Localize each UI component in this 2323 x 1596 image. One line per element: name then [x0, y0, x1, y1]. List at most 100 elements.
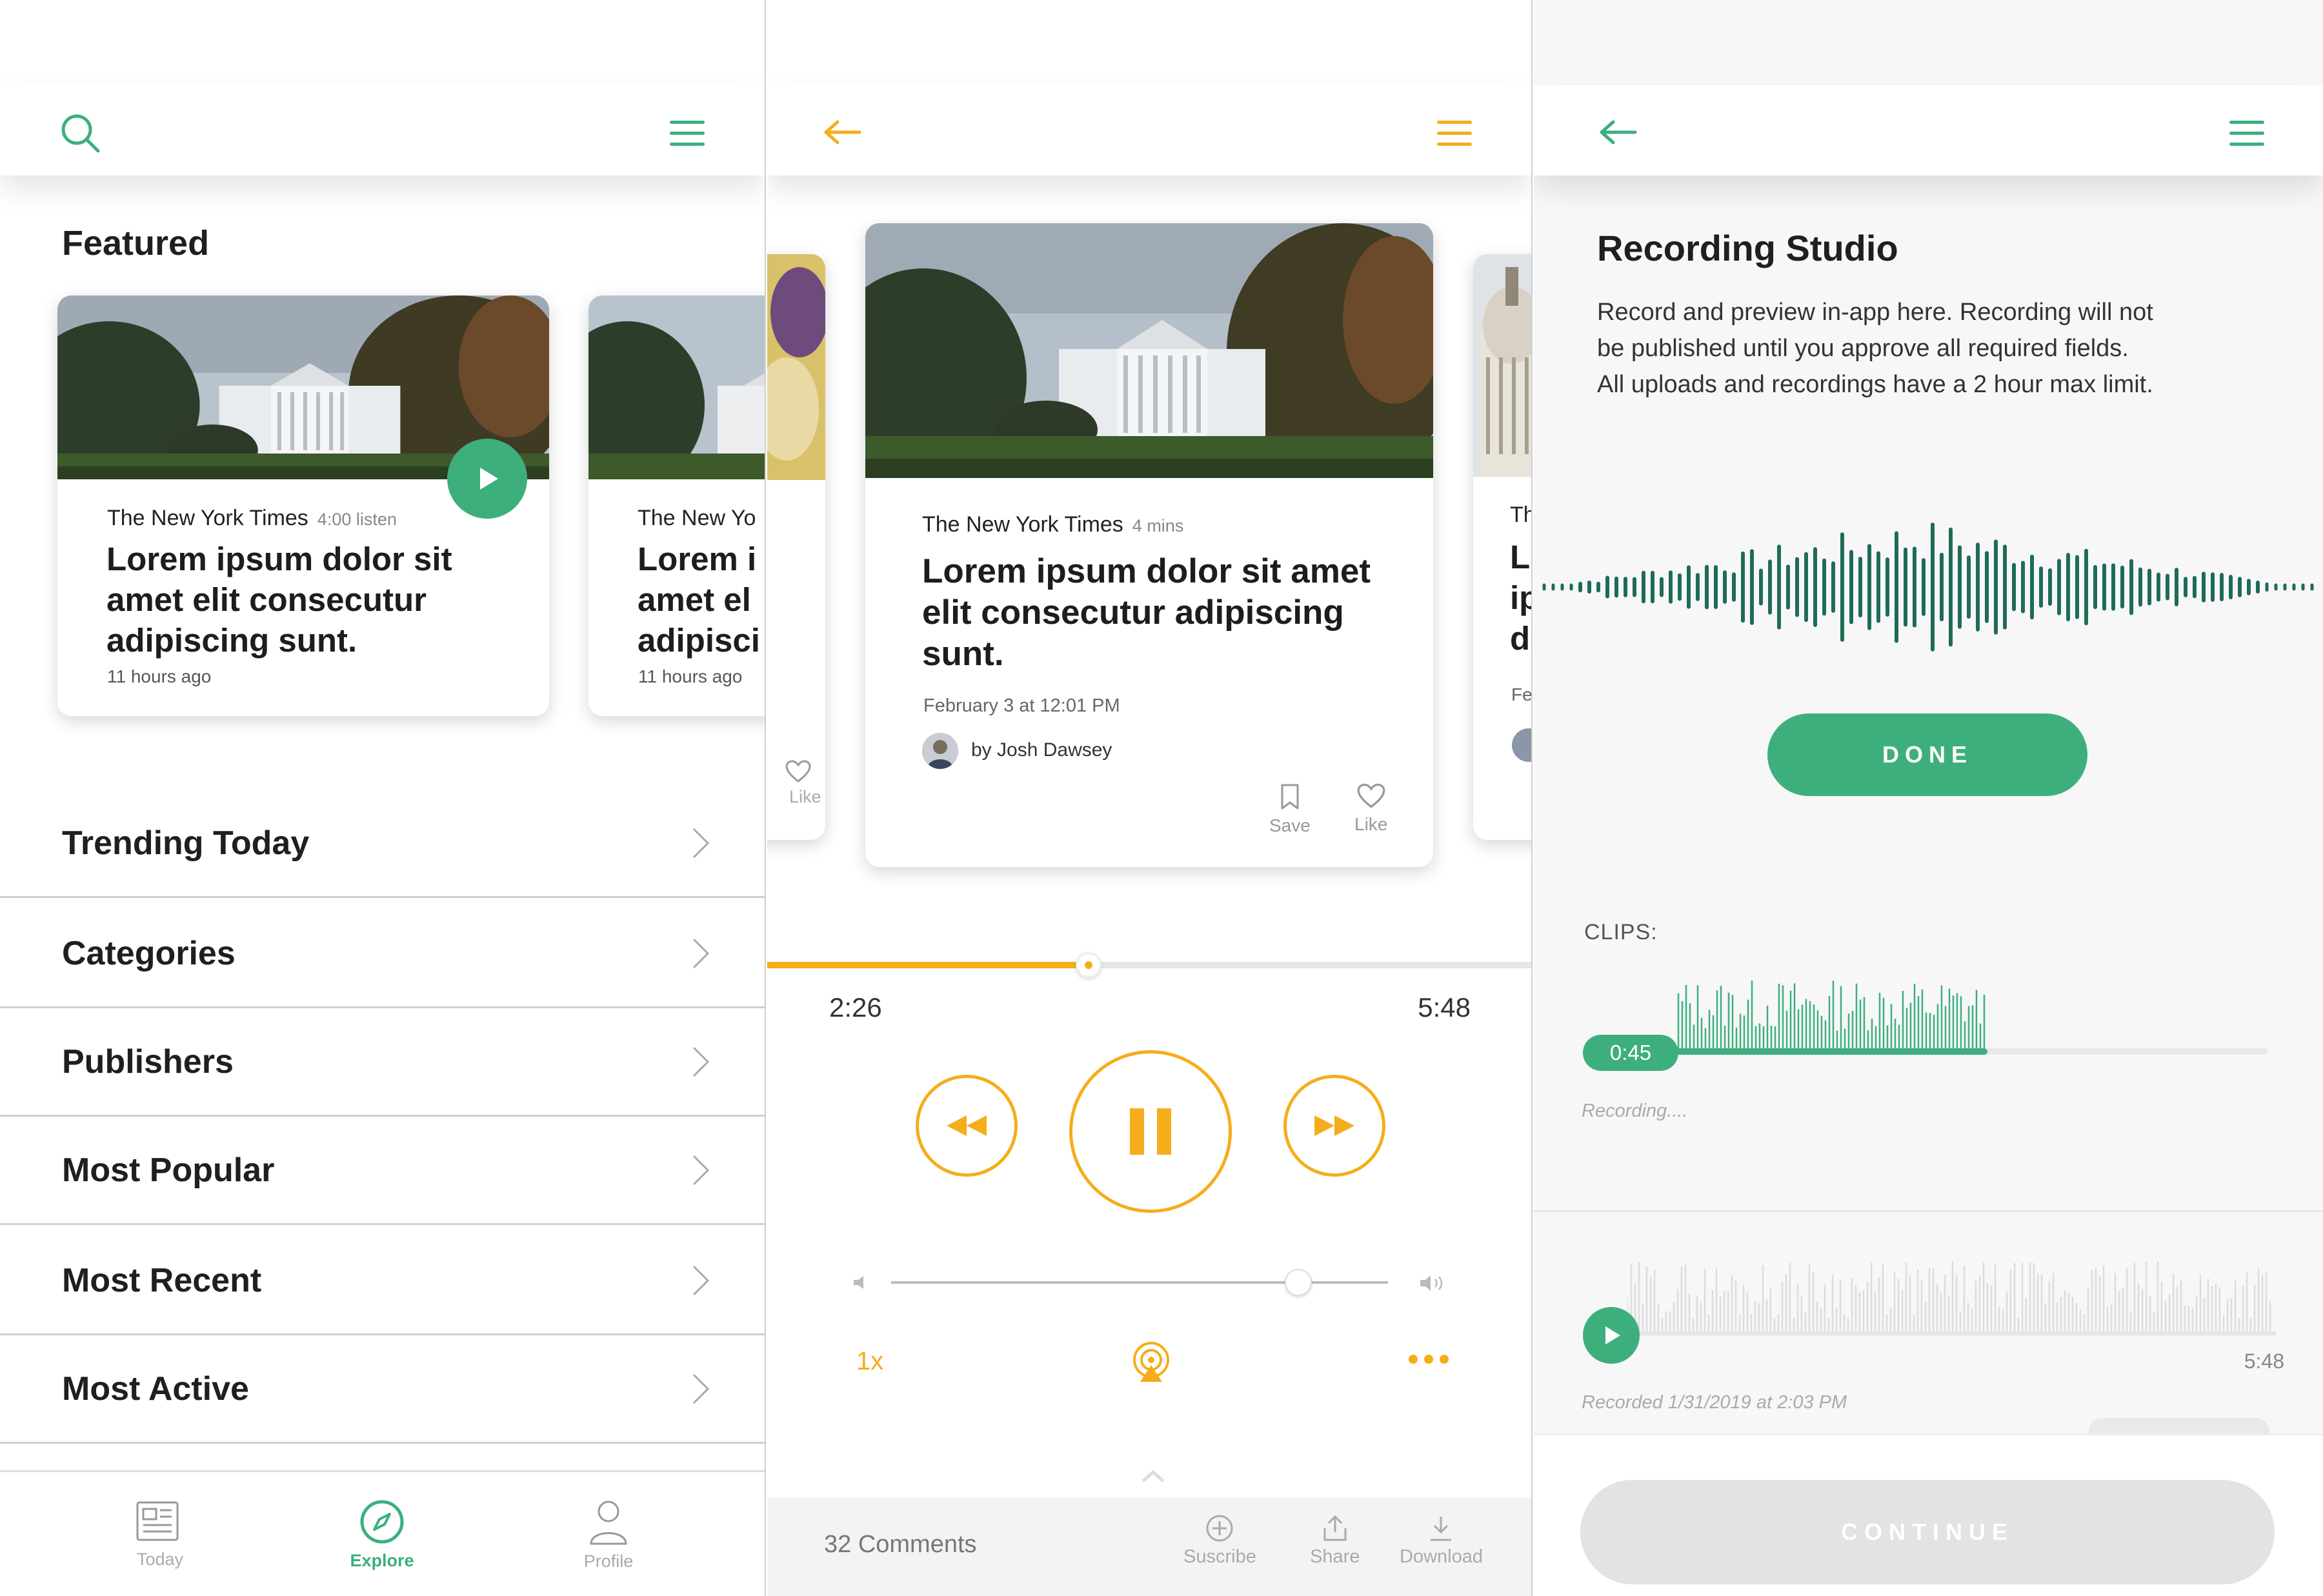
rewind-icon — [947, 1115, 987, 1136]
capitol-image — [1473, 254, 1531, 477]
back-arrow-icon[interactable] — [814, 110, 872, 155]
pause-button[interactable] — [1069, 1050, 1232, 1213]
back-arrow-icon[interactable] — [1589, 110, 1647, 155]
newspaper-icon — [136, 1501, 179, 1541]
comments-bar: 32 Comments Suscribe Share Download — [767, 1497, 1531, 1596]
recording-studio-screen: Recording Studio Record and preview in-a… — [1534, 0, 2323, 1596]
card-publisher: The New York Times — [107, 506, 308, 530]
player-top-bar — [767, 85, 1531, 175]
white-house-image — [588, 295, 765, 479]
volume-high-icon — [1420, 1275, 1443, 1291]
clips-label: CLIPS: — [1584, 920, 1658, 944]
live-waveform — [1542, 523, 2314, 652]
menu-icon[interactable] — [1425, 108, 1483, 159]
fast-forward-button[interactable] — [1283, 1075, 1385, 1177]
chevron-up-icon[interactable] — [1140, 1470, 1166, 1484]
play-icon — [1605, 1326, 1620, 1344]
tab-today[interactable]: Today — [96, 1472, 225, 1596]
chevron-right-icon — [692, 828, 710, 858]
avatar — [1512, 728, 1531, 762]
abstract-image — [767, 254, 825, 480]
clip-duration: 5:48 — [2244, 1350, 2284, 1373]
explore-screen: Featured The New York Times 4:00 listen … — [0, 0, 766, 1596]
volume-handle[interactable] — [1285, 1269, 1312, 1296]
card-title: Lorem ipsum dolor sit amet elit consecut… — [922, 552, 1371, 673]
plus-circle-icon — [1206, 1515, 1233, 1542]
card-date: February 3 at 12:01 PM — [923, 695, 1120, 716]
chevron-right-icon — [692, 938, 710, 968]
play-button[interactable] — [1583, 1307, 1640, 1364]
clip-time-badge: 0:45 — [1583, 1035, 1678, 1071]
chevron-right-icon — [692, 1265, 710, 1295]
episode-card-peek-right[interactable]: Th L ip d Fe — [1473, 254, 1531, 840]
volume-low-icon — [854, 1276, 863, 1289]
play-icon — [480, 468, 498, 490]
fast-forward-icon — [1314, 1115, 1354, 1136]
list-item-most-recent[interactable]: Most Recent — [0, 1227, 765, 1335]
clip-progress-track — [1583, 1048, 2268, 1055]
heart-icon — [1357, 783, 1385, 808]
card-publisher: The New Yo — [638, 506, 756, 530]
card-meta: The New York Times 4 mins — [922, 512, 1184, 537]
featured-card-peek[interactable]: The New Yo Lorem i amet el adipisci 11 h… — [588, 295, 765, 716]
chevron-right-icon — [692, 1373, 710, 1404]
share-button[interactable]: Share — [1310, 1514, 1360, 1568]
play-button[interactable] — [447, 439, 527, 519]
explore-top-bar — [0, 85, 765, 175]
more-options-button[interactable] — [1409, 1355, 1449, 1364]
card-time-ago: 11 hours ago — [638, 666, 743, 686]
airplay-icon — [1133, 1342, 1169, 1382]
volume-track[interactable] — [891, 1269, 1388, 1296]
person-icon — [590, 1501, 627, 1545]
search-icon[interactable] — [52, 105, 110, 163]
tab-explore[interactable]: Explore — [317, 1472, 447, 1596]
menu-icon[interactable] — [2218, 108, 2276, 159]
elapsed-time: 2:26 — [829, 992, 882, 1022]
share-icon — [1323, 1515, 1347, 1541]
like-button[interactable]: Like — [1354, 783, 1387, 835]
save-button[interactable]: Save — [1269, 783, 1311, 836]
bookmark-icon — [1281, 784, 1299, 810]
download-button[interactable]: Download — [1400, 1514, 1483, 1568]
pause-icon — [1130, 1108, 1171, 1155]
divider — [1534, 1210, 2323, 1212]
avatar — [922, 733, 958, 769]
recorded-note: Recorded 1/31/2019 at 2:03 PM — [1582, 1392, 1847, 1413]
tab-bar: Today Explore Profile — [0, 1470, 765, 1596]
download-icon — [1431, 1517, 1452, 1541]
clip-progress-track — [1598, 1332, 2276, 1335]
rewind-button[interactable] — [916, 1075, 1018, 1177]
done-button[interactable]: DONE — [1767, 713, 2087, 796]
author-name: by Josh Dawsey — [971, 739, 1112, 761]
tab-profile[interactable]: Profile — [544, 1472, 673, 1596]
list-item-most-active[interactable]: Most Active — [0, 1335, 765, 1444]
compass-icon — [360, 1500, 404, 1544]
episode-card[interactable]: The New York Times 4 mins Lorem ipsum dol… — [865, 223, 1433, 867]
heart-icon — [785, 760, 811, 783]
list-item-publishers[interactable]: Publishers — [0, 1008, 765, 1117]
card-meta: The New York Times 4:00 listen — [107, 506, 397, 531]
menu-icon[interactable] — [658, 108, 716, 159]
page-title: Recording Studio — [1597, 228, 1898, 268]
card-duration: 4:00 listen — [317, 510, 397, 529]
recording-status: Recording.... — [1582, 1101, 1688, 1121]
list-item-trending-today[interactable]: Trending Today — [0, 790, 765, 898]
list-item-categories[interactable]: Categories — [0, 900, 765, 1008]
studio-top-bar — [1534, 85, 2323, 175]
clip-recording: 0:45 — [1583, 968, 2268, 1071]
progress-handle[interactable] — [1076, 952, 1102, 978]
chevron-right-icon — [692, 1155, 710, 1185]
featured-card[interactable]: The New York Times 4:00 listen Lorem ipsu… — [57, 295, 549, 716]
chevron-right-icon — [692, 1046, 710, 1077]
continue-button[interactable]: CONTINUE — [1580, 1480, 2275, 1584]
airplay-button[interactable] — [1130, 1342, 1172, 1388]
player-screen: Like The New York Times 4 mins Lorem ips… — [767, 0, 1533, 1596]
featured-heading: Featured — [62, 224, 210, 263]
list-item-most-popular[interactable]: Most Popular — [0, 1117, 765, 1225]
subscribe-button[interactable]: Suscribe — [1183, 1514, 1256, 1568]
speed-button[interactable]: 1x — [856, 1347, 883, 1376]
episode-card-peek-left[interactable]: Like — [767, 254, 825, 840]
card-time-ago: 11 hours ago — [107, 666, 212, 686]
progress-track[interactable] — [767, 952, 1531, 978]
comments-link[interactable]: 32 Comments — [824, 1531, 977, 1559]
